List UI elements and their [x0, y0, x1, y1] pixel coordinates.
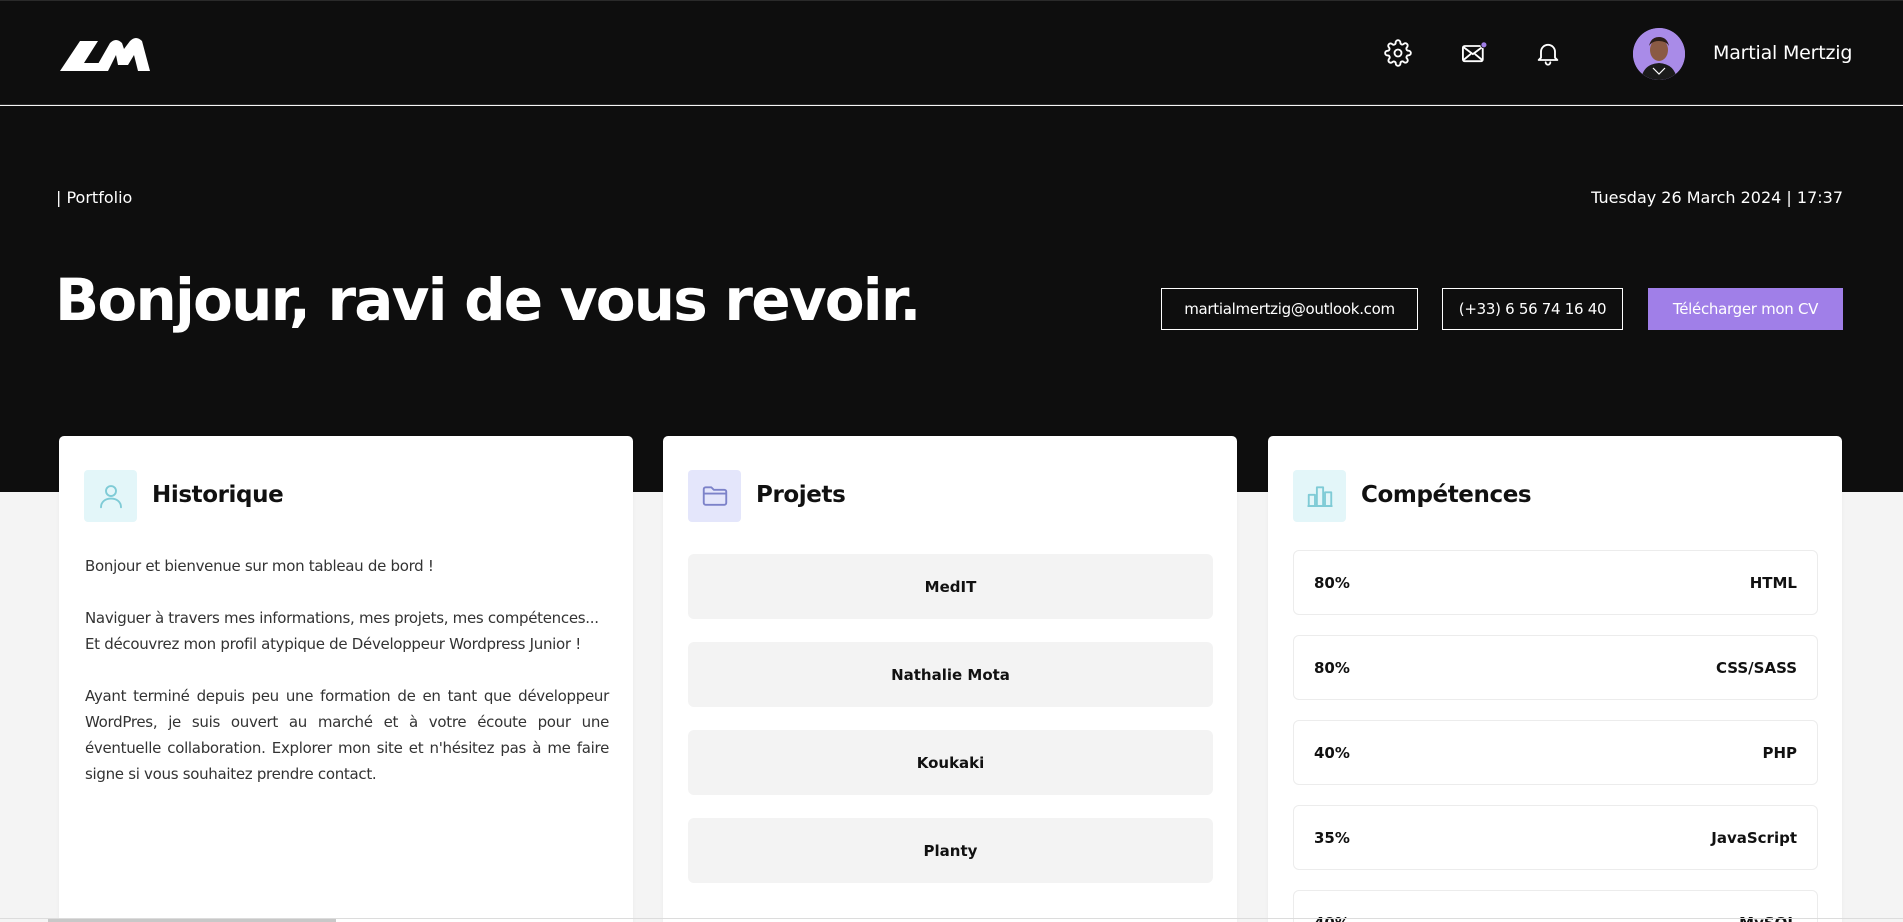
dashboard-page: Martial Mertzig | Portfolio Tuesday 26 M…	[0, 0, 1903, 922]
project-item-koukaki[interactable]: Koukaki	[688, 730, 1213, 795]
skill-percent: 80%	[1314, 573, 1350, 592]
download-cv-button[interactable]: Télécharger mon CV	[1648, 288, 1843, 330]
user-name[interactable]: Martial Mertzig	[1713, 42, 1852, 64]
breadcrumb: | Portfolio	[56, 188, 133, 207]
historique-paragraph: Ayant terminé depuis peu une formation d…	[85, 687, 609, 783]
skill-item: 80% CSS/SASS	[1293, 635, 1818, 700]
avatar[interactable]	[1633, 28, 1685, 80]
skill-name: PHP	[1762, 743, 1797, 762]
user-icon	[84, 470, 137, 522]
skill-percent: 80%	[1314, 658, 1350, 677]
historique-text: Bonjour et bienvenue sur mon tableau de …	[85, 553, 609, 813]
skill-item: 35% JavaScript	[1293, 805, 1818, 870]
gear-icon[interactable]	[1384, 39, 1412, 67]
historique-paragraph: Naviguer à travers mes informations, mes…	[85, 609, 599, 653]
skill-name: CSS/SASS	[1715, 658, 1797, 677]
phone-button[interactable]: (+33) 6 56 74 16 40	[1442, 288, 1623, 330]
bar-chart-icon	[1293, 470, 1346, 522]
hero-section: | Portfolio Tuesday 26 March 2024 | 17:3…	[0, 106, 1903, 492]
skill-percent: 40%	[1314, 743, 1350, 762]
skill-item: 80% HTML	[1293, 550, 1818, 615]
historique-title: Historique	[152, 482, 284, 508]
skill-name: JavaScript	[1711, 828, 1797, 847]
bell-icon[interactable]	[1534, 39, 1562, 67]
mail-icon[interactable]	[1460, 39, 1488, 67]
folder-icon	[688, 470, 741, 522]
projets-title: Projets	[756, 482, 846, 508]
am-logo-icon[interactable]	[58, 35, 152, 75]
current-datetime: Tuesday 26 March 2024 | 17:37	[1591, 188, 1843, 207]
projets-card: Projets MedIT Nathalie Mota Koukaki Plan…	[663, 436, 1237, 922]
competences-title: Compétences	[1361, 482, 1532, 508]
competences-card: Compétences 80% HTML 80% CSS/SASS 40% PH…	[1268, 436, 1842, 922]
skill-item: 40% PHP	[1293, 720, 1818, 785]
project-item-medit[interactable]: MedIT	[688, 554, 1213, 619]
top-navbar: Martial Mertzig	[0, 0, 1903, 105]
email-button[interactable]: martialmertzig@outlook.com	[1161, 288, 1418, 330]
skill-name: HTML	[1749, 573, 1797, 592]
historique-card: Historique Bonjour et bienvenue sur mon …	[59, 436, 633, 922]
project-item-nathalie-mota[interactable]: Nathalie Mota	[688, 642, 1213, 707]
project-item-planty[interactable]: Planty	[688, 818, 1213, 883]
page-title: Bonjour, ravi de vous revoir.	[55, 266, 921, 334]
skill-percent: 35%	[1314, 828, 1350, 847]
historique-paragraph: Bonjour et bienvenue sur mon tableau de …	[85, 557, 434, 575]
